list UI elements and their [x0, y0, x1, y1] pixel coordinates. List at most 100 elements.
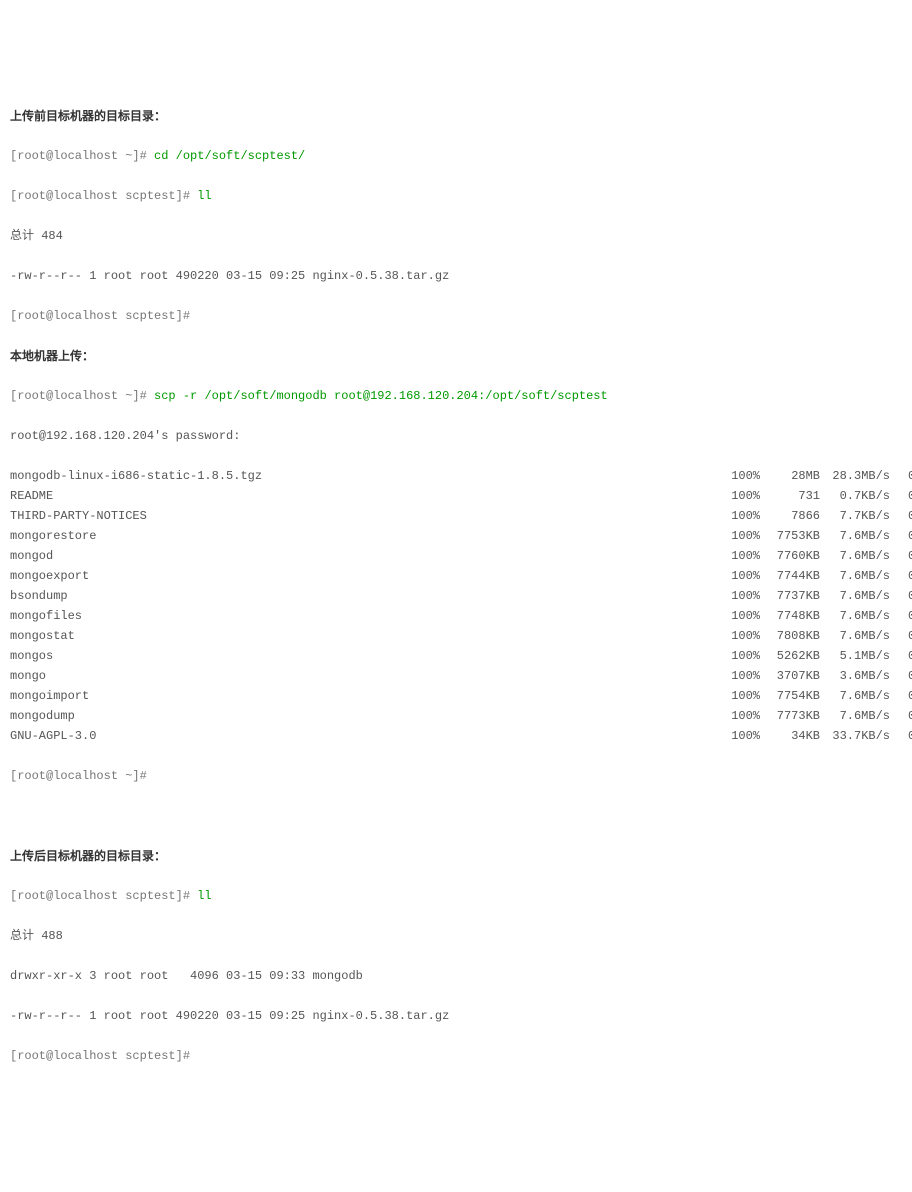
transfer-row: THIRD-PARTY-NOTICES100%78667.7KB/s00:00 [10, 506, 902, 526]
transfer-filename: GNU-AGPL-3.0 [10, 726, 720, 746]
transfer-size: 731 [760, 486, 820, 506]
transfer-filename: mongodump [10, 706, 720, 726]
transfer-row: mongod100%7760KB7.6MB/s00:01 [10, 546, 902, 566]
prompt: [root@localhost scptest]# [10, 889, 197, 903]
transfer-row: mongofiles100%7748KB7.6MB/s00:00 [10, 606, 902, 626]
transfer-percent: 100% [720, 566, 760, 586]
cmd-line-ll-1: [root@localhost scptest]# ll [10, 186, 902, 206]
transfer-percent: 100% [720, 506, 760, 526]
transfer-eta: 00:00 [894, 726, 912, 746]
transfer-rate: 28.3MB/s [820, 466, 894, 486]
transfer-size: 7737KB [760, 586, 820, 606]
command-cd: cd /opt/soft/scptest/ [154, 149, 305, 163]
transfer-rate: 7.6MB/s [820, 686, 894, 706]
transfer-eta: 00:01 [894, 466, 912, 486]
transfer-row: mongostat100%7808KB7.6MB/s00:01 [10, 626, 902, 646]
ls-line: -rw-r--r-- 1 root root 490220 03-15 09:2… [10, 1006, 902, 1026]
transfer-filename: mongos [10, 646, 720, 666]
transfer-percent: 100% [720, 606, 760, 626]
transfer-eta: 00:00 [894, 566, 912, 586]
prompt-empty: [root@localhost scptest]# [10, 306, 902, 326]
prompt-empty: [root@localhost scptest]# [10, 1046, 902, 1066]
transfer-percent: 100% [720, 526, 760, 546]
transfer-filename: mongostat [10, 626, 720, 646]
transfer-percent: 100% [720, 486, 760, 506]
terminal-output: 上传前目标机器的目标目录： [root@localhost ~]# cd /op… [10, 86, 902, 1086]
prompt: [root@localhost ~]# [10, 149, 154, 163]
prompt: [root@localhost scptest]# [10, 189, 197, 203]
transfer-size: 28MB [760, 466, 820, 486]
transfer-percent: 100% [720, 686, 760, 706]
cmd-line-cd: [root@localhost ~]# cd /opt/soft/scptest… [10, 146, 902, 166]
transfer-rate: 0.7KB/s [820, 486, 894, 506]
transfer-percent: 100% [720, 706, 760, 726]
transfer-size: 7748KB [760, 606, 820, 626]
transfer-filename: mongoimport [10, 686, 720, 706]
transfer-rate: 7.7KB/s [820, 506, 894, 526]
transfer-row: mongos100%5262KB5.1MB/s00:00 [10, 646, 902, 666]
transfer-size: 7754KB [760, 686, 820, 706]
transfer-list: mongodb-linux-i686-static-1.8.5.tgz100%2… [10, 466, 902, 746]
transfer-rate: 7.6MB/s [820, 586, 894, 606]
transfer-row: mongo100%3707KB3.6MB/s00:00 [10, 666, 902, 686]
prompt: [root@localhost ~]# [10, 389, 154, 403]
transfer-eta: 00:00 [894, 606, 912, 626]
transfer-rate: 7.6MB/s [820, 566, 894, 586]
transfer-filename: mongoexport [10, 566, 720, 586]
transfer-eta: 00:00 [894, 486, 912, 506]
transfer-size: 7773KB [760, 706, 820, 726]
ls-line: -rw-r--r-- 1 root root 490220 03-15 09:2… [10, 266, 902, 286]
transfer-size: 34KB [760, 726, 820, 746]
transfer-size: 7808KB [760, 626, 820, 646]
transfer-eta: 00:01 [894, 546, 912, 566]
ls-line: drwxr-xr-x 3 root root 4096 03-15 09:33 … [10, 966, 902, 986]
transfer-eta: 00:00 [894, 646, 912, 666]
transfer-eta: 00:01 [894, 686, 912, 706]
transfer-row: mongoimport100%7754KB7.6MB/s00:01 [10, 686, 902, 706]
transfer-eta: 00:01 [894, 626, 912, 646]
transfer-row: mongorestore100%7753KB7.6MB/s00:00 [10, 526, 902, 546]
transfer-percent: 100% [720, 466, 760, 486]
cmd-line-scp: [root@localhost ~]# scp -r /opt/soft/mon… [10, 386, 902, 406]
transfer-percent: 100% [720, 646, 760, 666]
transfer-size: 7744KB [760, 566, 820, 586]
transfer-row: mongodump100%7773KB7.6MB/s00:00 [10, 706, 902, 726]
blank-line [10, 806, 902, 826]
transfer-row: mongodb-linux-i686-static-1.8.5.tgz100%2… [10, 466, 902, 486]
transfer-eta: 00:00 [894, 526, 912, 546]
heading-after: 上传后目标机器的目标目录： [10, 846, 902, 866]
transfer-rate: 7.6MB/s [820, 706, 894, 726]
transfer-filename: bsondump [10, 586, 720, 606]
prompt: [root@localhost scptest]# [10, 309, 197, 323]
ls-total-after: 总计 488 [10, 926, 902, 946]
transfer-row: README100%7310.7KB/s00:00 [10, 486, 902, 506]
transfer-eta: 00:00 [894, 506, 912, 526]
transfer-eta: 00:00 [894, 666, 912, 686]
ls-total-before: 总计 484 [10, 226, 902, 246]
transfer-rate: 7.6MB/s [820, 626, 894, 646]
prompt: [root@localhost ~]# [10, 769, 154, 783]
transfer-eta: 00:00 [894, 706, 912, 726]
transfer-filename: mongod [10, 546, 720, 566]
transfer-percent: 100% [720, 726, 760, 746]
transfer-percent: 100% [720, 626, 760, 646]
transfer-percent: 100% [720, 586, 760, 606]
transfer-percent: 100% [720, 666, 760, 686]
transfer-rate: 7.6MB/s [820, 546, 894, 566]
command-ll: ll [197, 189, 211, 203]
transfer-row: bsondump100%7737KB7.6MB/s00:00 [10, 586, 902, 606]
transfer-rate: 33.7KB/s [820, 726, 894, 746]
transfer-filename: mongo [10, 666, 720, 686]
command-ll: ll [197, 889, 211, 903]
transfer-rate: 7.6MB/s [820, 606, 894, 626]
transfer-rate: 7.6MB/s [820, 526, 894, 546]
transfer-filename: mongofiles [10, 606, 720, 626]
heading-before: 上传前目标机器的目标目录： [10, 106, 902, 126]
transfer-percent: 100% [720, 546, 760, 566]
transfer-row: mongoexport100%7744KB7.6MB/s00:00 [10, 566, 902, 586]
heading-local: 本地机器上传： [10, 346, 902, 366]
transfer-rate: 5.1MB/s [820, 646, 894, 666]
transfer-filename: mongodb-linux-i686-static-1.8.5.tgz [10, 466, 720, 486]
cmd-line-ll-2: [root@localhost scptest]# ll [10, 886, 902, 906]
transfer-size: 7760KB [760, 546, 820, 566]
